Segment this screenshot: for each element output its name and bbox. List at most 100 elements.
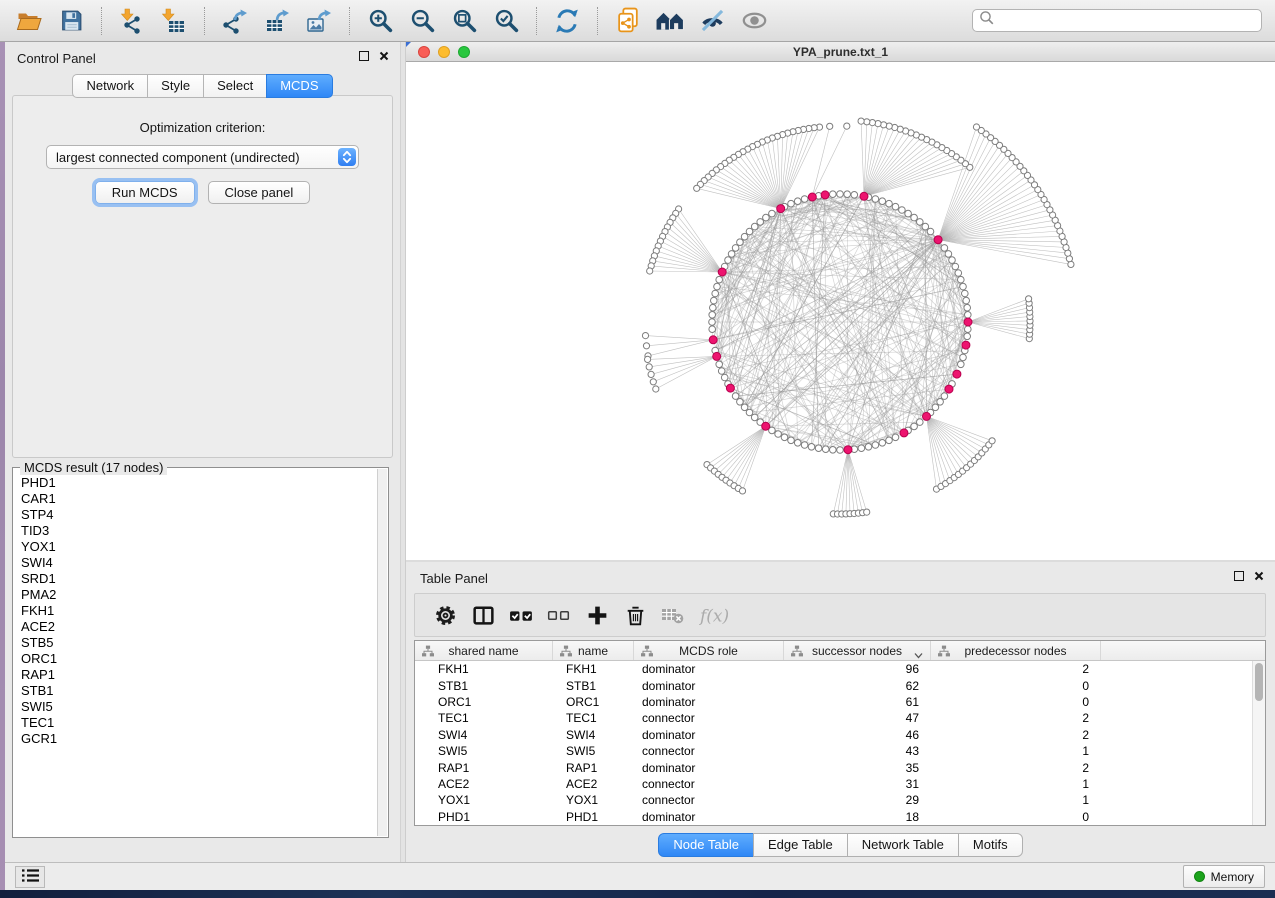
refresh-icon[interactable] [550, 4, 584, 38]
panel-menu-button[interactable] [15, 866, 45, 888]
mcds-result-item[interactable]: STB1 [21, 683, 375, 699]
network-node[interactable] [757, 219, 764, 226]
network-node[interactable] [911, 423, 918, 430]
mcds-hub-node[interactable] [945, 385, 953, 393]
table-row[interactable]: SWI5SWI5connector431 [415, 743, 1252, 759]
network-node[interactable] [769, 210, 776, 217]
network-node[interactable] [911, 214, 918, 221]
network-node[interactable] [963, 297, 970, 304]
network-node[interactable] [788, 200, 795, 207]
network-node[interactable] [728, 251, 735, 258]
mcds-hub-node[interactable] [844, 446, 852, 454]
open-folder-icon[interactable] [12, 4, 46, 38]
network-canvas-svg[interactable] [406, 62, 1275, 559]
network-node[interactable] [732, 393, 739, 400]
network-node[interactable] [746, 228, 753, 235]
deselect-all-checkboxes-icon[interactable] [544, 599, 574, 631]
network-node[interactable] [941, 393, 948, 400]
tab-select[interactable]: Select [203, 74, 267, 98]
network-node[interactable] [844, 191, 851, 198]
network-node[interactable] [932, 404, 939, 411]
mcds-result-item[interactable]: PMA2 [21, 587, 375, 603]
mcds-hub-node[interactable] [860, 192, 868, 200]
memory-button[interactable]: Memory [1183, 865, 1265, 888]
mcds-hub-node[interactable] [709, 336, 717, 344]
hide-graphics-details-icon[interactable] [695, 4, 729, 38]
mcds-result-item[interactable]: STP4 [21, 507, 375, 523]
network-node[interactable] [865, 444, 872, 451]
import-table-icon[interactable] [157, 4, 191, 38]
tab-network-table[interactable]: Network Table [847, 833, 959, 857]
mcds-hub-node[interactable] [934, 236, 942, 244]
network-houses-icon[interactable] [653, 4, 687, 38]
close-panel-button[interactable]: Close panel [208, 181, 311, 204]
delete-column-icon[interactable] [620, 599, 650, 631]
network-node[interactable] [714, 283, 721, 290]
tab-network[interactable]: Network [72, 74, 148, 98]
network-node[interactable] [837, 447, 844, 454]
network-node[interactable] [781, 434, 788, 441]
column-layout-icon[interactable] [468, 599, 498, 631]
close-table-panel-icon[interactable] [1254, 571, 1264, 581]
result-scrollbar[interactable] [377, 469, 387, 836]
network-node[interactable] [737, 239, 744, 246]
tab-mcds[interactable]: MCDS [266, 74, 332, 98]
settings-gear-icon[interactable] [430, 599, 460, 631]
satellite-node[interactable] [643, 343, 649, 349]
network-node[interactable] [858, 445, 865, 452]
network-node[interactable] [837, 191, 844, 198]
mcds-hub-node[interactable] [962, 341, 970, 349]
mcds-hub-node[interactable] [718, 268, 726, 276]
network-node[interactable] [955, 270, 962, 277]
network-node[interactable] [958, 361, 965, 368]
mcds-result-item[interactable]: PHD1 [21, 475, 375, 491]
mcds-result-item[interactable]: TEC1 [21, 715, 375, 731]
satellite-node[interactable] [646, 364, 652, 370]
network-node[interactable] [808, 444, 815, 451]
table-row[interactable]: RAP1RAP1dominator352 [415, 759, 1252, 775]
satellite-node[interactable] [1026, 296, 1032, 302]
column-header-predecessor-nodes[interactable]: predecessor nodes [931, 641, 1101, 660]
network-node[interactable] [830, 191, 837, 198]
mcds-result-item[interactable]: GCR1 [21, 731, 375, 747]
network-node[interactable] [751, 414, 758, 421]
network-node[interactable] [886, 200, 893, 207]
table-row[interactable]: TEC1TEC1connector472 [415, 710, 1252, 726]
network-node[interactable] [917, 419, 924, 426]
close-panel-icon[interactable] [379, 51, 389, 61]
run-mcds-button[interactable]: Run MCDS [95, 181, 195, 204]
network-node[interactable] [741, 233, 748, 240]
network-node[interactable] [927, 228, 934, 235]
network-node[interactable] [721, 374, 728, 381]
network-node[interactable] [763, 214, 770, 221]
save-icon[interactable] [54, 4, 88, 38]
table-row[interactable]: YOX1YOX1connector291 [415, 792, 1252, 808]
satellite-node[interactable] [694, 185, 700, 191]
network-node[interactable] [965, 312, 972, 319]
tab-style[interactable]: Style [147, 74, 204, 98]
network-node[interactable] [872, 442, 879, 449]
mcds-result-item[interactable]: YOX1 [21, 539, 375, 555]
satellite-node[interactable] [648, 371, 654, 377]
mcds-hub-node[interactable] [777, 205, 785, 213]
mcds-hub-node[interactable] [713, 352, 721, 360]
network-node[interactable] [737, 399, 744, 406]
satellite-node[interactable] [653, 386, 659, 392]
network-node[interactable] [892, 434, 899, 441]
network-node[interactable] [822, 446, 829, 453]
export-image-icon[interactable] [302, 4, 336, 38]
mcds-result-item[interactable]: ORC1 [21, 651, 375, 667]
mcds-result-item[interactable]: SWI4 [21, 555, 375, 571]
network-node[interactable] [794, 198, 801, 205]
network-node[interactable] [751, 223, 758, 230]
network-node[interactable] [905, 210, 912, 217]
network-window-titlebar[interactable]: YPA_prune.txt_1 [406, 42, 1275, 62]
network-node[interactable] [716, 276, 723, 283]
criterion-dropdown[interactable]: largest connected component (undirected) [46, 145, 359, 169]
satellite-node[interactable] [858, 118, 864, 124]
mcds-result-item[interactable]: STB5 [21, 635, 375, 651]
network-node[interactable] [815, 445, 822, 452]
mcds-result-item[interactable]: RAP1 [21, 667, 375, 683]
tab-node-table[interactable]: Node Table [658, 833, 754, 857]
satellite-node[interactable] [973, 124, 979, 130]
